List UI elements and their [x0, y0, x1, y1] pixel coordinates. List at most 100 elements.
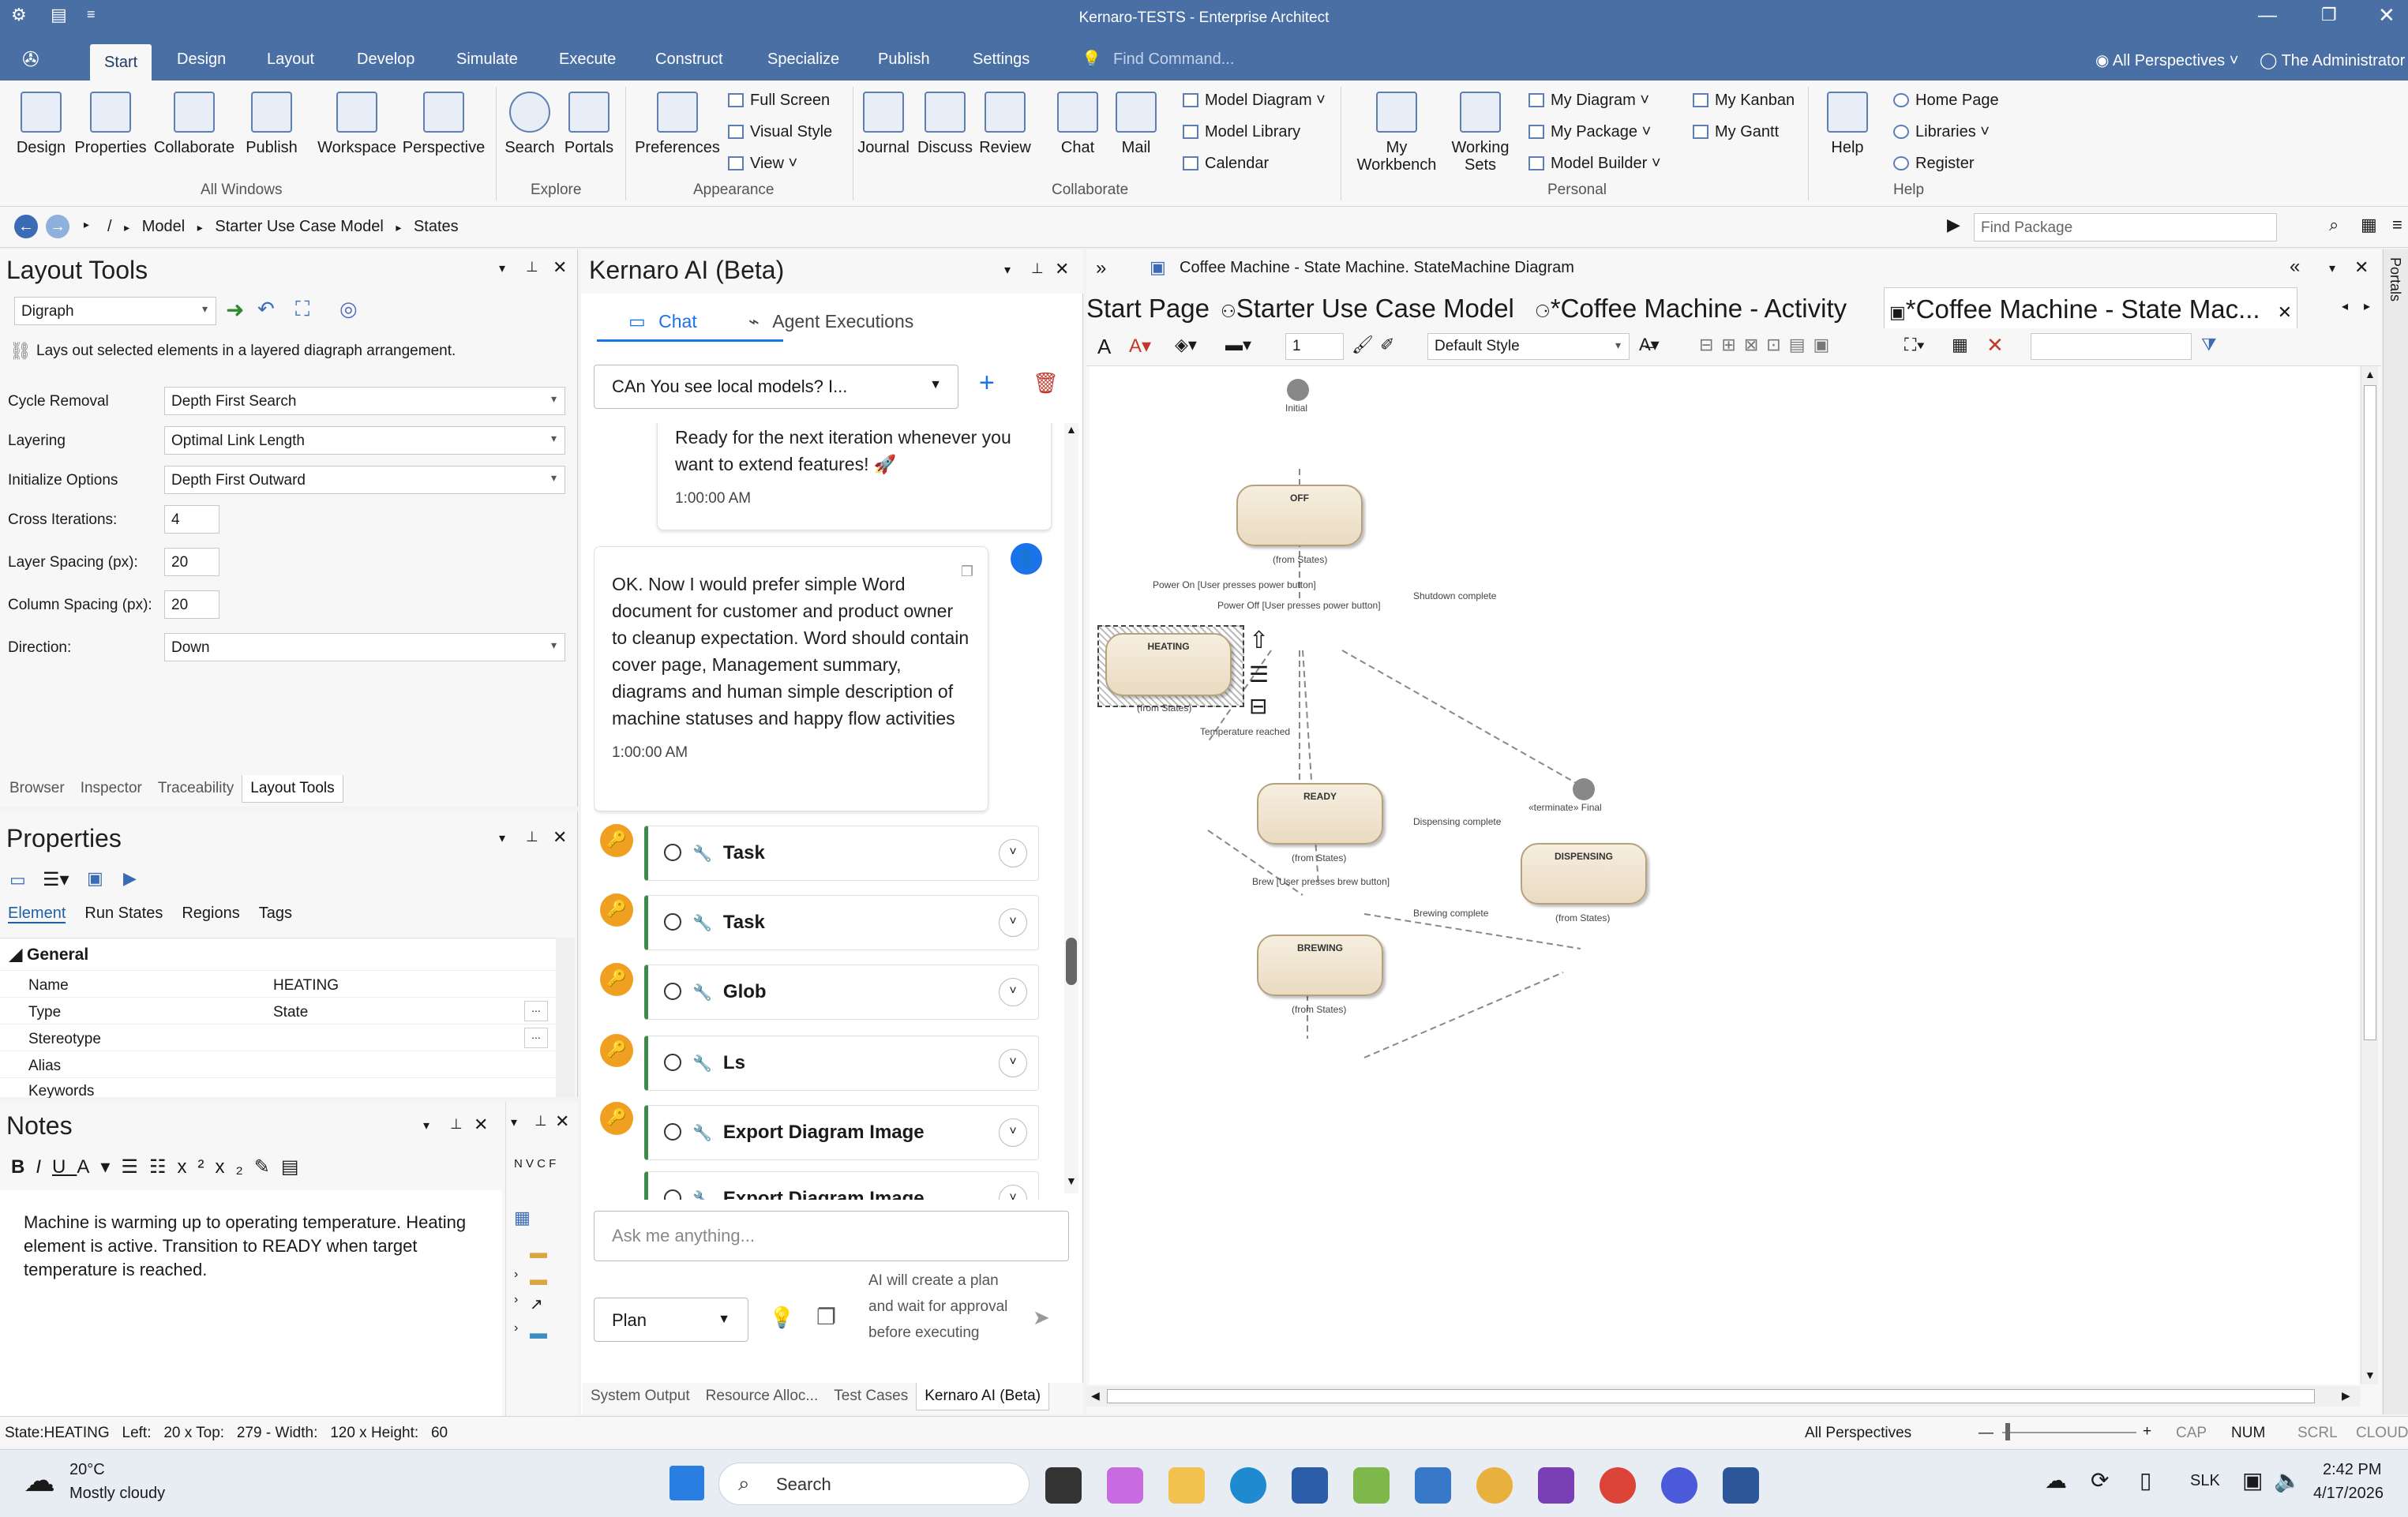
- prop-row-keywords[interactable]: Keywords: [0, 1077, 556, 1098]
- remote-desktop-icon[interactable]: [1415, 1467, 1451, 1504]
- close-panel-icon[interactable]: ✕: [553, 257, 567, 278]
- panel-menu-icon[interactable]: ▾: [499, 260, 505, 276]
- pin-icon[interactable]: ⊥: [450, 1116, 463, 1133]
- close-panel-icon[interactable]: ✕: [555, 1111, 569, 1132]
- portals-button[interactable]: Portals: [559, 92, 619, 157]
- quick-link-arrow-icon[interactable]: ⇧: [1249, 627, 1269, 654]
- scroll-up-icon[interactable]: ▲: [1066, 423, 1077, 436]
- general-section[interactable]: ◢ General: [9, 945, 88, 965]
- expand-chevron-icon[interactable]: ˅: [999, 1118, 1027, 1147]
- tool-task-item[interactable]: 🔧 Ls ˅: [644, 1036, 1039, 1091]
- diagram-hscroll[interactable]: ◀ ▶: [1086, 1386, 2361, 1407]
- transition-label[interactable]: Brew [User presses brew button]: [1252, 876, 1390, 887]
- tab-browser[interactable]: Browser: [2, 775, 73, 802]
- scroll-right-icon[interactable]: ▶: [2342, 1389, 2350, 1403]
- tab-construct[interactable]: Construct: [655, 51, 723, 69]
- close-panel-icon[interactable]: ✕: [474, 1114, 488, 1135]
- windows-start-icon[interactable]: [670, 1466, 704, 1500]
- tab-inspector[interactable]: Inspector: [73, 775, 150, 802]
- ea-taskbar-icon[interactable]: [1476, 1467, 1513, 1504]
- tab-layout-tools[interactable]: Layout Tools: [242, 775, 343, 803]
- close-window-icon[interactable]: ✕: [2378, 3, 2395, 28]
- pin-icon[interactable]: ⊥: [526, 829, 538, 845]
- double-chevron-right-icon[interactable]: »: [1096, 257, 1106, 279]
- find-package-input[interactable]: Find Package: [1974, 213, 2277, 242]
- volume-icon[interactable]: 🔈: [2274, 1467, 2301, 1493]
- tool-task-item[interactable]: 🔧 Task ˅: [644, 895, 1039, 950]
- visual-style-button[interactable]: Visual Style: [728, 123, 832, 141]
- battery-icon[interactable]: ▯: [2140, 1467, 2151, 1493]
- ellipsis-button[interactable]: ...: [524, 1028, 548, 1048]
- onenote-icon[interactable]: [1538, 1467, 1574, 1504]
- mode-select[interactable]: Plan ▼: [594, 1298, 748, 1342]
- prop-row-alias[interactable]: Alias: [0, 1051, 556, 1077]
- portals-strip[interactable]: Portals: [2383, 249, 2408, 1414]
- kernaro-taskbar-icon[interactable]: [1661, 1467, 1697, 1504]
- panel-menu-icon[interactable]: ▾: [2329, 260, 2335, 276]
- diagram-filter-input[interactable]: [2031, 333, 2192, 360]
- layout-icon[interactable]: ⛶▾: [1904, 335, 1925, 355]
- tab-system-output[interactable]: System Output: [583, 1383, 698, 1410]
- ellipsis-button[interactable]: ...: [524, 1001, 548, 1021]
- apply-format-icon[interactable]: ✐: [1380, 335, 1394, 355]
- discuss-button[interactable]: Discuss: [916, 92, 974, 157]
- register-button[interactable]: Register: [1893, 155, 1974, 173]
- font-color-icon[interactable]: A▾: [1129, 335, 1151, 358]
- final-node[interactable]: [1573, 778, 1595, 800]
- tab-traceability[interactable]: Traceability: [150, 775, 242, 802]
- tool-task-item[interactable]: 🔧 Export Diagram Image ˅: [644, 1171, 1039, 1200]
- grid-menu-icon[interactable]: ▦: [2361, 215, 2377, 235]
- font-icon[interactable]: A: [1097, 335, 1111, 359]
- preferences-button[interactable]: Preferences: [632, 92, 723, 157]
- fill-color-icon[interactable]: ◈▾: [1175, 335, 1197, 355]
- tab-activity[interactable]: ⚆*Coffee Machine - Activity: [1535, 294, 1847, 324]
- lightbulb-icon[interactable]: 💡: [769, 1305, 794, 1330]
- scroll-thumb[interactable]: [1107, 1389, 2315, 1403]
- tab-element[interactable]: Element: [8, 905, 66, 923]
- model-diagram-button[interactable]: Model Diagram ˅: [1183, 92, 1326, 110]
- tab-execute[interactable]: Execute: [559, 51, 616, 69]
- pin-icon[interactable]: ⊥: [526, 259, 538, 275]
- expand-icon[interactable]: ›: [514, 1321, 518, 1335]
- element-icon[interactable]: ▣: [87, 868, 103, 889]
- browse-icon[interactable]: ▦: [514, 1208, 531, 1228]
- scroll-down-icon[interactable]: ▼: [2365, 1369, 2376, 1381]
- model-builder-button[interactable]: Model Builder ˅: [1528, 155, 1661, 173]
- expand-chevron-icon[interactable]: ˅: [999, 978, 1027, 1006]
- pin-icon[interactable]: ⊥: [1031, 260, 1044, 277]
- initialize-options-select[interactable]: Depth First Outward: [164, 466, 565, 494]
- tab-specialize[interactable]: Specialize: [767, 51, 839, 69]
- tab-tags[interactable]: Tags: [259, 905, 292, 922]
- tab-run-states[interactable]: Run States: [84, 905, 163, 922]
- delete-icon[interactable]: 🗑: [1033, 371, 1059, 395]
- panel-menu-icon[interactable]: ▾: [1004, 262, 1011, 278]
- tab-layout[interactable]: Layout: [267, 51, 314, 69]
- note-doc-icon[interactable]: ▤: [281, 1156, 310, 1178]
- tab-design[interactable]: Design: [177, 51, 226, 69]
- clock-time[interactable]: 2:42 PM: [2323, 1461, 2381, 1479]
- element-note-icon[interactable]: ⊟: [1249, 693, 1267, 719]
- sync-icon[interactable]: ⟳: [2091, 1467, 2109, 1493]
- spell-check-icon[interactable]: ✎: [254, 1156, 281, 1178]
- workspace-button[interactable]: Workspace: [314, 92, 399, 157]
- play-icon[interactable]: ▶: [1947, 215, 1960, 235]
- line-color-icon[interactable]: ▬▾: [1225, 335, 1251, 355]
- breadcrumb-states[interactable]: States: [414, 218, 459, 235]
- restore-icon[interactable]: ❐: [2321, 5, 2337, 25]
- prop-row-stereotype[interactable]: Stereotype...: [0, 1024, 556, 1051]
- layer-spacing-input[interactable]: 20: [164, 548, 219, 576]
- transition-label[interactable]: Temperature reached: [1200, 726, 1290, 737]
- status-perspectives[interactable]: All Perspectives: [1805, 1425, 1911, 1442]
- tab-settings[interactable]: Settings: [973, 51, 1030, 69]
- breadcrumb-root[interactable]: /: [107, 218, 112, 235]
- save-icon[interactable]: ▭: [9, 870, 26, 890]
- expand-chevron-icon[interactable]: ˅: [999, 1185, 1027, 1200]
- transition-label[interactable]: Power Off [User presses power button]: [1217, 600, 1381, 611]
- state-brewing[interactable]: BREWING: [1257, 935, 1383, 996]
- tool-task-item[interactable]: 🔧 Export Diagram Image ˅: [644, 1105, 1039, 1160]
- edge-icon[interactable]: [1230, 1467, 1266, 1504]
- hamburger-icon[interactable]: ≡: [2392, 215, 2402, 235]
- working-sets-button[interactable]: Working Sets: [1445, 92, 1516, 174]
- underline-icon[interactable]: U: [52, 1156, 77, 1178]
- copy-icon[interactable]: ❐: [816, 1304, 836, 1330]
